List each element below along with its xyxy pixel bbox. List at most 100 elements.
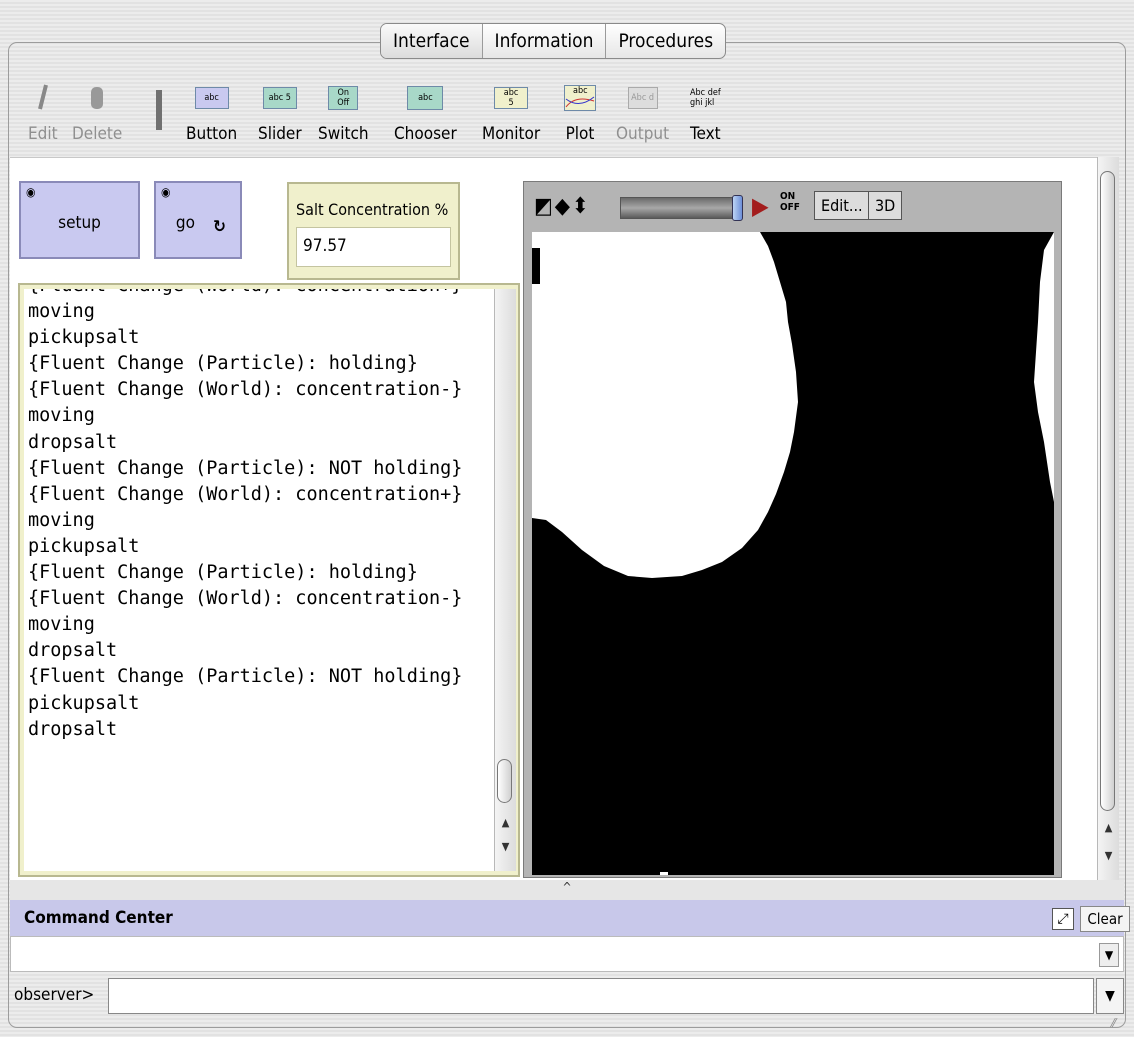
- switch-icon-off: Off: [337, 98, 350, 108]
- output-line: dropsalt: [28, 640, 118, 662]
- shape-toggle-icon[interactable]: ◩: [534, 194, 555, 219]
- delete-tool[interactable]: Delete: [72, 78, 122, 144]
- toolbar-separator: [156, 90, 162, 130]
- edit-tool[interactable]: Edit: [28, 78, 58, 144]
- output-line: dropsalt: [28, 718, 118, 740]
- plot-curves: [565, 96, 595, 108]
- monitor-icon-value: 5: [508, 98, 514, 108]
- slider-widget-icon: abc 5: [258, 78, 302, 118]
- button-label: Button: [186, 124, 238, 144]
- clear-button[interactable]: Clear: [1080, 906, 1130, 932]
- edit-view-button[interactable]: Edit...: [814, 191, 870, 220]
- output-scroll-thumb[interactable]: [497, 759, 512, 803]
- monitor-value: 97.57: [296, 227, 451, 267]
- output-scrollbar[interactable]: ▲ ▼: [494, 289, 516, 871]
- salt-speck: [660, 872, 668, 875]
- command-input[interactable]: [108, 978, 1094, 1014]
- switch-tool[interactable]: On Off Switch: [318, 78, 369, 144]
- text-icon-line1: Abc def: [690, 88, 721, 98]
- output-line: moving: [28, 614, 95, 636]
- output-line: {Fluent Change (World): concentration+}: [28, 289, 494, 299]
- scroll-up-icon[interactable]: ▲: [495, 816, 516, 829]
- setup-button-label: setup: [58, 213, 101, 233]
- chooser-tool[interactable]: abc Chooser: [394, 78, 457, 144]
- switch-label: Switch: [318, 124, 369, 144]
- monitor-tool[interactable]: abc 5 Monitor: [482, 78, 540, 144]
- output-line: {Fluent Change (Particle): holding}: [28, 562, 418, 584]
- slider-label: Slider: [258, 124, 302, 144]
- salt-notch: [532, 248, 540, 284]
- go-button-label: go: [175, 213, 195, 233]
- salt-region-left: [532, 232, 798, 578]
- run-arrow-icon: ▶: [752, 192, 769, 220]
- edit-label: Edit: [28, 124, 58, 144]
- plot-tool[interactable]: abc Plot: [564, 78, 596, 144]
- button-dot-icon: ◉: [26, 185, 36, 199]
- scroll-up-icon[interactable]: ▲: [1098, 821, 1119, 834]
- plot-widget-icon: abc: [564, 78, 596, 118]
- command-center-header: Command Center ⤢ Clear: [10, 900, 1130, 936]
- horizontal-resize-icon[interactable]: ◆: [555, 194, 572, 219]
- text-tool[interactable]: Abc def ghi jkl Text: [690, 78, 721, 144]
- output-widget-icon: Abc d: [616, 78, 669, 118]
- output-area: {Fluent Change (World): concentration+} m…: [18, 283, 520, 877]
- output-line: {Fluent Change (Particle): NOT holding}: [28, 457, 463, 479]
- output-text: {Fluent Change (World): concentration+} m…: [24, 289, 494, 871]
- interface-scroll-thumb[interactable]: [1100, 171, 1115, 811]
- plot-label: Plot: [565, 124, 595, 144]
- monitor-label: Salt Concentration %: [296, 200, 449, 219]
- tab-information[interactable]: Information: [483, 24, 607, 58]
- button-widget-icon: abc: [186, 78, 237, 118]
- command-history: ▼: [10, 936, 1124, 972]
- history-dropdown-icon[interactable]: ▼: [1099, 943, 1119, 967]
- world-patches: [532, 232, 1054, 875]
- output-lines: {Fluent Change (World): concentration+} m…: [28, 289, 494, 743]
- interface-scrollbar[interactable]: ▲ ▼: [1097, 157, 1119, 880]
- output-line: {Fluent Change (Particle): NOT holding}: [28, 666, 463, 688]
- monitor-label: Monitor: [482, 124, 541, 144]
- observer-prompt: observer>: [14, 985, 95, 1005]
- toolbar: Edit Delete abc Button abc 5 Slider On O…: [20, 78, 780, 153]
- output-tool[interactable]: Abc d Output: [616, 78, 669, 144]
- trash-icon: [72, 78, 122, 118]
- expand-icon[interactable]: ⤢: [1052, 908, 1074, 930]
- output-line: {Fluent Change (World): concentration-}: [28, 379, 463, 401]
- scroll-down-icon[interactable]: ▼: [495, 840, 516, 853]
- pencil-icon: [28, 78, 58, 118]
- command-dropdown-icon[interactable]: ▼: [1096, 978, 1124, 1014]
- salt-region-right: [1034, 232, 1054, 502]
- resize-grip-icon[interactable]: ⁄⁄: [1112, 1016, 1116, 1030]
- go-button[interactable]: ◉ go ↻: [154, 181, 242, 259]
- output-line: {Fluent Change (Particle): holding}: [28, 353, 418, 375]
- text-icon-line2: ghi jkl: [690, 98, 715, 108]
- switch-widget-icon: On Off: [318, 78, 369, 118]
- output-line: pickupsalt: [28, 327, 140, 349]
- scroll-down-icon[interactable]: ▼: [1098, 849, 1119, 862]
- tab-interface[interactable]: Interface: [381, 24, 483, 58]
- tab-bar: Interface Information Procedures: [380, 23, 727, 59]
- delete-label: Delete: [72, 124, 123, 144]
- speed-slider[interactable]: [620, 195, 743, 221]
- slider-tool[interactable]: abc 5 Slider: [258, 78, 302, 144]
- vertical-resize-icon[interactable]: ⬍: [572, 194, 591, 219]
- output-line: moving: [28, 405, 95, 427]
- button-dot-icon: ◉: [161, 185, 171, 199]
- world-view: ◩◆⬍ ▶ ON OFF Edit... 3D: [523, 181, 1062, 878]
- output-line: moving: [28, 509, 95, 531]
- split-handle[interactable]: ^: [10, 880, 1124, 900]
- chooser-widget-icon: abc: [394, 78, 457, 118]
- text-widget-icon: Abc def ghi jkl: [690, 78, 721, 118]
- speed-slider-knob[interactable]: [732, 195, 743, 221]
- view-update-toggle[interactable]: ON OFF: [780, 191, 800, 213]
- output-line: pickupsalt: [28, 692, 140, 714]
- 3d-view-button[interactable]: 3D: [868, 191, 903, 220]
- salt-concentration-monitor: Salt Concentration % 97.57: [287, 182, 460, 280]
- world-canvas[interactable]: [532, 232, 1054, 875]
- off-label: OFF: [780, 202, 800, 213]
- button-tool[interactable]: abc Button: [186, 78, 237, 144]
- setup-button[interactable]: ◉ setup: [19, 181, 140, 259]
- output-label: Output: [616, 124, 670, 144]
- monitor-icon-text: abc: [503, 88, 519, 98]
- tab-procedures[interactable]: Procedures: [606, 24, 725, 58]
- on-label: ON: [780, 191, 796, 202]
